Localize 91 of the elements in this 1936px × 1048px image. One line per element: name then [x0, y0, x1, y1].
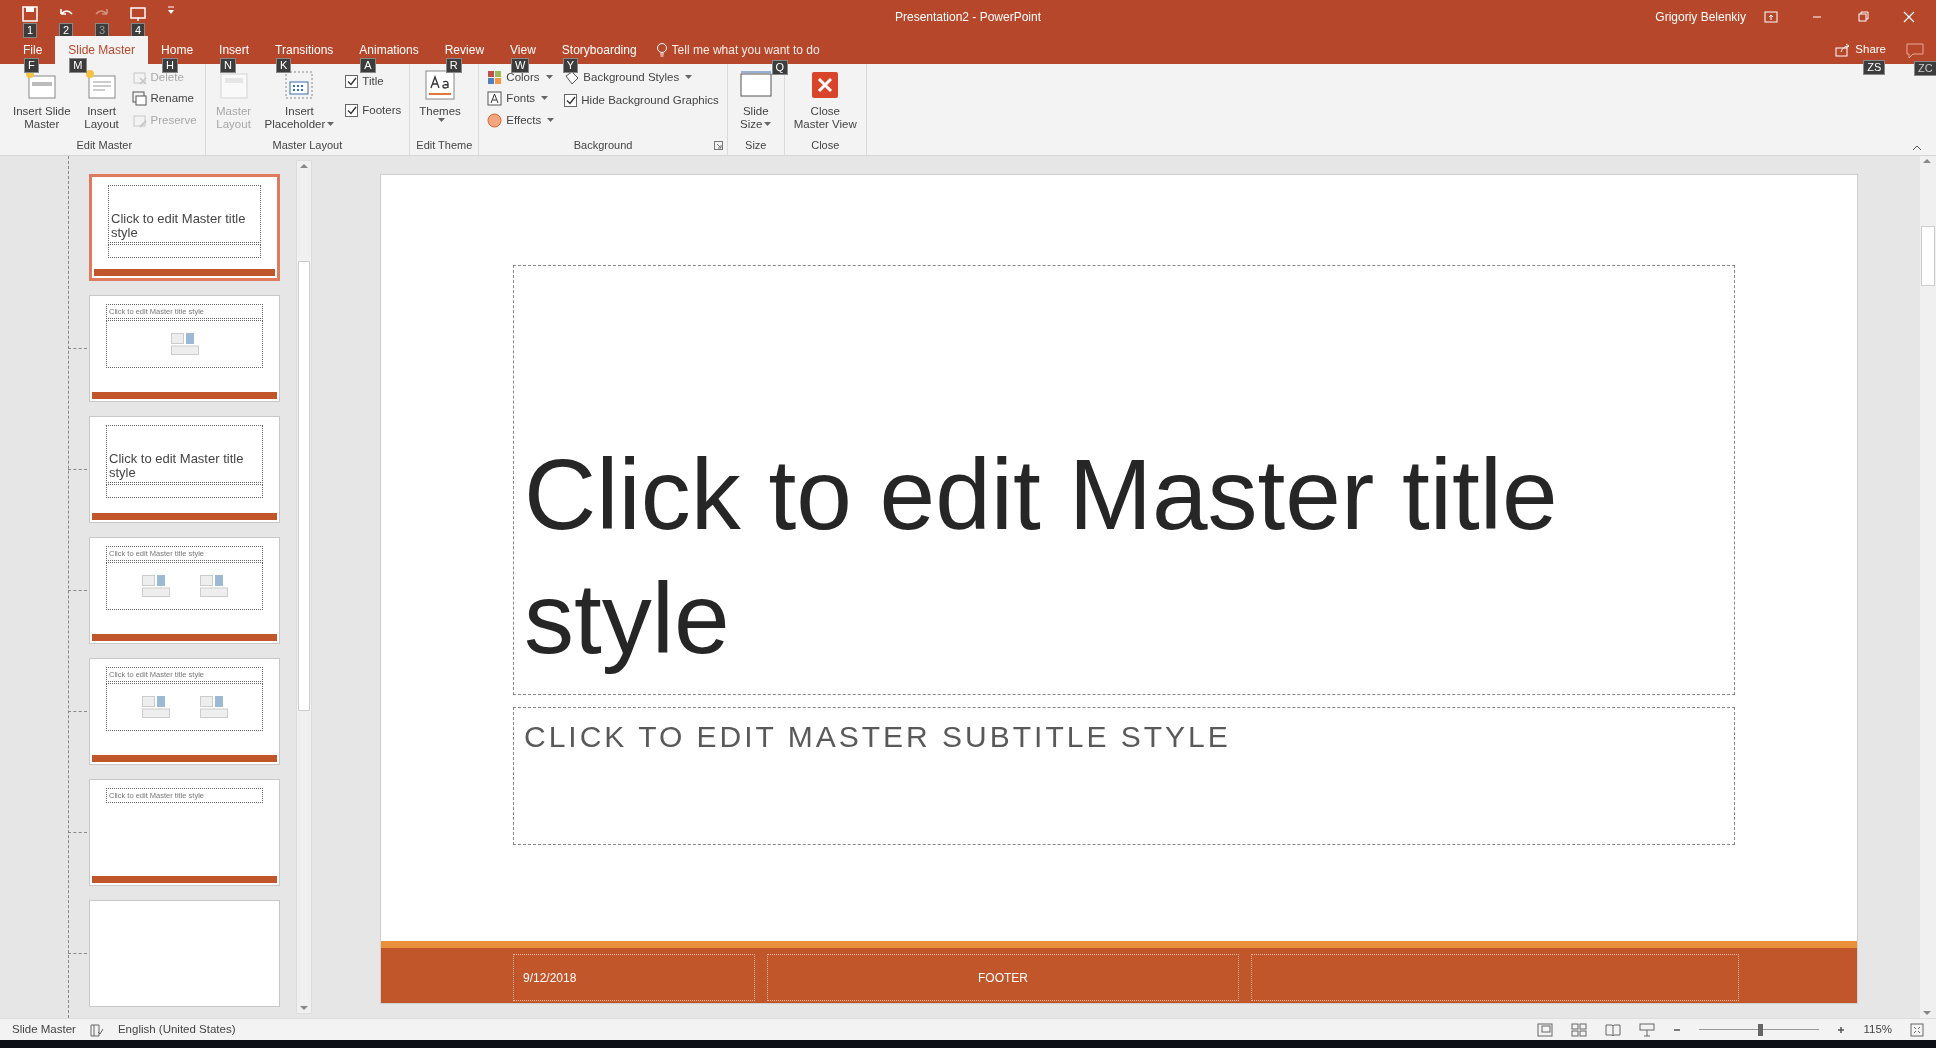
lightbulb-icon	[655, 42, 668, 58]
keytip: Y	[562, 58, 579, 73]
content-icons-drawing	[199, 696, 228, 718]
keytip: W	[511, 58, 530, 73]
ribbon-display-icon[interactable]	[1764, 11, 1778, 23]
group-label: Master Layout	[272, 139, 343, 151]
restore-icon[interactable]	[1856, 10, 1870, 24]
user-name: Grigoriy Belenkiy	[1655, 9, 1746, 26]
ribbon-button[interactable]: Close Master View	[790, 68, 860, 131]
slider-thumb[interactable]	[1758, 1023, 1764, 1036]
footer-placeholder[interactable]: FOOTER	[767, 954, 1239, 1001]
checkbox[interactable]	[345, 104, 359, 118]
scrollbar[interactable]	[296, 160, 312, 1014]
connector-line	[68, 348, 87, 349]
group-label: Edit Master	[76, 139, 133, 151]
delete-icon	[131, 70, 147, 86]
connector-line	[68, 953, 87, 954]
check-icon	[565, 96, 576, 106]
date-placeholder[interactable]: 9/12/2018	[513, 954, 755, 1001]
content-icons-drawing	[141, 575, 170, 597]
slide-sorter-icon[interactable]	[1571, 1022, 1588, 1037]
content-icons-drawing	[170, 333, 199, 355]
pin-icon	[131, 112, 147, 128]
scroll-thumb[interactable]	[298, 261, 310, 711]
color-swatch-icon	[487, 70, 503, 86]
slide-thumbnail[interactable]: Click to edit Master title style	[89, 416, 280, 523]
ribbon-button[interactable]: Fonts	[485, 89, 557, 109]
rename-icon	[131, 91, 147, 107]
keytip: ZC	[1914, 61, 1936, 76]
keytip: M	[69, 58, 87, 73]
footer-date: 9/12/2018	[523, 969, 577, 987]
keytip: N	[220, 58, 236, 73]
language[interactable]: English (United States)	[117, 1020, 236, 1039]
zoom-in-icon[interactable]	[1837, 1025, 1846, 1034]
spellcheck-icon[interactable]	[89, 1022, 104, 1037]
window-title: Presentation2 - PowerPoint	[894, 10, 1042, 24]
keytip: F	[24, 58, 39, 73]
circle-icon	[487, 112, 503, 128]
subtitle-placeholder[interactable]: CLICK TO EDIT MASTER SUBTITLE STYLE	[513, 707, 1735, 845]
scroll-thumb[interactable]	[1921, 226, 1935, 286]
keytip: A	[360, 58, 376, 73]
share-icon	[1835, 43, 1852, 57]
checkbox-label: Title	[362, 74, 384, 89]
title-placeholder[interactable]: Click to edit Master title style	[513, 265, 1735, 695]
tell-me-field[interactable]: Tell me what you want to do	[671, 41, 844, 59]
thumbnail-title: Click to edit Master title style	[111, 212, 247, 240]
save-icon[interactable]	[22, 6, 38, 22]
footer-text: FOOTER	[978, 969, 1028, 987]
slide-title: Click to edit Master title style	[524, 437, 1559, 676]
check-icon	[346, 77, 357, 87]
keytip: K	[276, 58, 292, 73]
content-icons-drawing	[141, 696, 170, 718]
ribbon-button[interactable]: Rename	[129, 89, 199, 109]
slide-thumbnail[interactable]	[89, 900, 280, 1007]
group-label: Edit Theme	[416, 139, 473, 151]
group-label: Background	[573, 139, 633, 151]
ribbon-button[interactable]: Effects	[485, 110, 557, 130]
close-icon[interactable]	[1902, 10, 1916, 24]
checkbox-label: Footers	[362, 103, 402, 119]
keytip: Q	[771, 60, 789, 75]
keytip: R	[445, 58, 462, 73]
keytip: ZS	[1863, 60, 1886, 75]
slideshow-icon[interactable]	[130, 6, 146, 22]
slide-number-placeholder[interactable]	[1251, 954, 1739, 1001]
scrollbar[interactable]	[1920, 156, 1936, 1018]
checkbox-label: Hide Background Graphics	[581, 93, 719, 109]
view-mode: Slide Master	[12, 1021, 76, 1037]
paint-bucket-icon	[564, 70, 580, 86]
normal-view-icon[interactable]	[1537, 1022, 1554, 1037]
group-label: Close	[811, 139, 840, 151]
fit-to-window-icon[interactable]	[1910, 1022, 1924, 1037]
checkbox[interactable]	[345, 75, 359, 89]
font-icon	[487, 91, 503, 107]
group-label: Size	[745, 139, 767, 151]
thumbnail-title: Click to edit Master title style	[109, 452, 245, 480]
slide-subtitle: CLICK TO EDIT MASTER SUBTITLE STYLE	[524, 719, 1232, 755]
launcher-icon[interactable]	[713, 141, 723, 150]
zoom-level[interactable]: 115%	[1863, 1020, 1892, 1039]
comment-icon[interactable]	[1906, 42, 1924, 59]
share-button[interactable]: Share	[1833, 40, 1888, 60]
presenter-icon[interactable]	[1639, 1022, 1656, 1037]
connector-line	[68, 590, 87, 591]
slide-thumbnail[interactable]: Click to edit Master title style	[89, 174, 280, 281]
keytip: H	[162, 58, 178, 73]
content-icons-drawing	[199, 575, 228, 597]
customize-caret-icon[interactable]	[166, 6, 176, 16]
checkbox[interactable]	[564, 94, 578, 108]
collapse-ribbon-icon[interactable]	[1912, 144, 1922, 151]
reading-view-icon[interactable]	[1605, 1022, 1622, 1037]
check-icon	[346, 106, 357, 116]
keytip: 1	[22, 23, 38, 38]
